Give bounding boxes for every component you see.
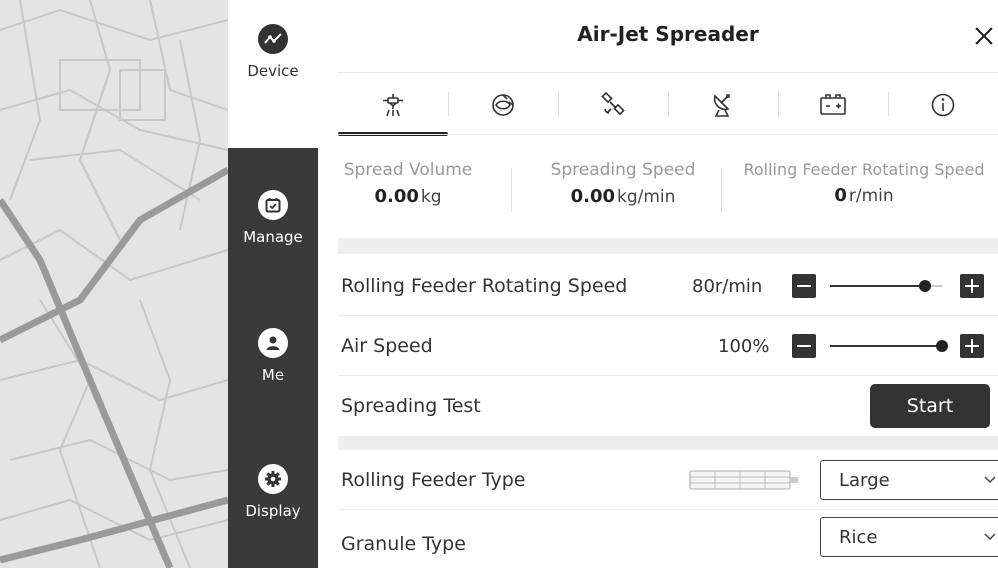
row-feeder-type: Rolling Feeder Type Large [338, 450, 998, 510]
granule-type-selected: Rice [839, 526, 878, 548]
stat-feeder-speed: Rolling Feeder Rotating Speed 0 r/min [730, 160, 998, 206]
divider [338, 72, 998, 73]
stat-value: 0.00 kg [374, 186, 442, 207]
stat-separator [721, 168, 722, 212]
stat-value: 0.00 kg/min [570, 186, 676, 207]
calendar-check-icon [258, 190, 288, 220]
spreader-panel: Air-Jet Spreader Spread Volume 0.00 kg S… [318, 0, 998, 568]
motor-icon [492, 94, 514, 116]
tab-info[interactable] [888, 76, 998, 134]
sidebar-item-display[interactable]: Display [228, 464, 318, 520]
stat-label: Spread Volume [343, 160, 473, 180]
device-icon [258, 24, 288, 54]
stat-label: Rolling Feeder Rotating Speed [743, 160, 985, 179]
chevron-down-icon [984, 533, 996, 541]
feeder-type-selected: Large [839, 469, 890, 491]
page-title: Air-Jet Spreader [577, 22, 759, 46]
air-speed-increase-button[interactable] [960, 334, 984, 358]
tab-antenna[interactable] [668, 76, 778, 134]
satellite-icon [601, 92, 625, 116]
sidebar-item-me[interactable]: Me [228, 328, 318, 384]
start-button[interactable]: Start [870, 384, 990, 428]
feeder-speed-slider-handle[interactable] [919, 280, 931, 292]
granule-type-select[interactable]: Rice [820, 517, 998, 557]
sidebar-item-manage[interactable]: Manage [228, 190, 318, 246]
feeder-speed-increase-button[interactable] [960, 274, 984, 298]
map-background[interactable] [0, 0, 228, 568]
row-spreading-test: Spreading Test Start [338, 376, 998, 436]
stat-spreading-speed: Spreading Speed 0.00 kg/min [528, 160, 718, 207]
antenna-dish-icon [713, 93, 730, 117]
feeder-speed-slider[interactable] [830, 285, 925, 287]
air-speed-decrease-button[interactable] [792, 334, 816, 358]
divider [338, 134, 998, 135]
air-speed-slider[interactable] [830, 345, 942, 347]
tab-bar [338, 76, 998, 136]
battery-icon [820, 94, 846, 115]
tab-motor[interactable] [448, 76, 558, 134]
row-granule-type: Granule Type Rice [338, 510, 998, 568]
feeder-speed-label: Rolling Feeder Rotating Speed [341, 275, 628, 297]
tab-satellite[interactable] [558, 76, 668, 134]
air-speed-slider-handle[interactable] [936, 340, 948, 352]
section-band [338, 436, 998, 450]
gear-icon [258, 464, 288, 494]
map-streets [0, 0, 228, 568]
tab-battery[interactable] [778, 76, 888, 134]
sidebar-item-label: Manage [243, 228, 303, 246]
stat-label: Spreading Speed [550, 160, 696, 180]
feeder-type-select[interactable]: Large [820, 460, 998, 500]
stat-value: 0 r/min [834, 185, 894, 206]
user-icon [258, 328, 288, 358]
info-icon [931, 93, 955, 117]
granule-type-label: Granule Type [341, 533, 466, 555]
air-speed-value: 100% [718, 335, 770, 357]
chevron-down-icon [984, 476, 996, 484]
air-speed-label: Air Speed [341, 335, 433, 357]
sidebar-item-label: Display [245, 502, 301, 520]
row-feeder-speed: Rolling Feeder Rotating Speed 80r/min [338, 256, 998, 316]
feeder-speed-value: 80r/min [692, 275, 763, 297]
tab-spreader[interactable] [338, 76, 448, 134]
sidebar-item-label: Me [261, 366, 285, 384]
sidebar: Device Manage Me Display [228, 0, 318, 568]
stat-spread-volume: Spread Volume 0.00 kg [338, 160, 478, 207]
close-icon [975, 27, 993, 45]
row-air-speed: Air Speed 100% [338, 316, 998, 376]
sidebar-item-device[interactable]: Device [228, 0, 318, 148]
stat-separator [511, 168, 512, 212]
close-button[interactable] [970, 22, 998, 50]
feeder-type-label: Rolling Feeder Type [341, 469, 526, 491]
spreader-icon [383, 94, 403, 117]
stats-bar: Spread Volume 0.00 kg Spreading Speed 0.0… [338, 160, 998, 220]
rolling-feeder-image [689, 470, 798, 490]
spreading-test-label: Spreading Test [341, 395, 481, 417]
sidebar-item-label: Device [247, 62, 299, 80]
feeder-speed-decrease-button[interactable] [792, 274, 816, 298]
section-band [338, 238, 998, 254]
